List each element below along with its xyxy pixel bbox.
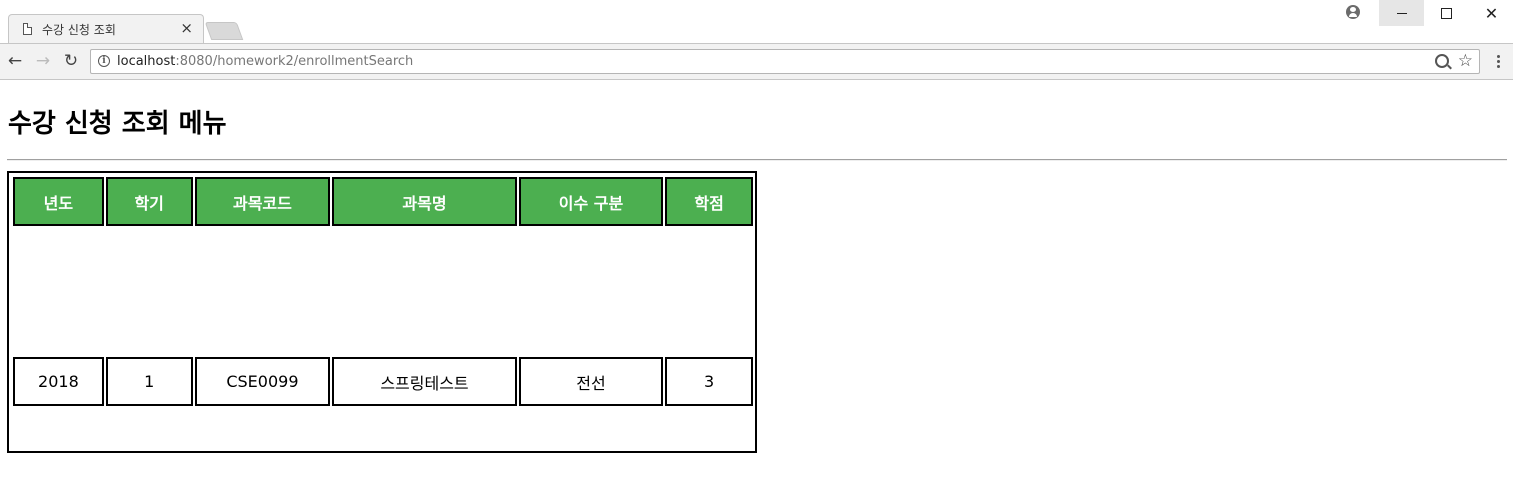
empty-row: [13, 228, 753, 355]
enrollment-table: 년도 학기 과목코드 과목명 이수 구분 학점 2018 1 CSE0099 스…: [11, 175, 755, 408]
close-tab-icon[interactable]: ×: [180, 20, 193, 37]
column-header-semester: 학기: [105, 177, 193, 226]
table-header-row: 년도 학기 과목코드 과목명 이수 구분 학점: [13, 177, 753, 226]
cell-year: 2018: [13, 357, 104, 406]
column-header-course-type: 이수 구분: [518, 177, 664, 226]
profile-icon[interactable]: [1346, 5, 1360, 19]
url-text[interactable]: localhost:8080/homework2/enrollmentSearc…: [117, 54, 413, 69]
new-tab-button[interactable]: [204, 22, 244, 40]
column-header-course-code: 과목코드: [194, 177, 331, 226]
minimize-button[interactable]: [1379, 0, 1424, 26]
maximize-button[interactable]: [1424, 0, 1469, 26]
cell-course-type: 전선: [518, 357, 664, 406]
address-bar[interactable]: i localhost:8080/homework2/enrollmentSea…: [90, 49, 1480, 74]
zoom-icon[interactable]: [1435, 54, 1449, 68]
info-icon[interactable]: i: [98, 55, 110, 67]
back-arrow-icon[interactable]: ←: [5, 51, 25, 71]
column-header-course-name: 과목명: [332, 177, 517, 226]
enrollment-table-container: 년도 학기 과목코드 과목명 이수 구분 학점 2018 1 CSE0099 스…: [7, 171, 757, 453]
page-icon: [23, 23, 32, 35]
bookmark-star-icon[interactable]: ☆: [1458, 51, 1473, 71]
page-content: 수강 신청 조회 메뉴 년도 학기 과목코드 과목명 이수 구분 학점 2018…: [0, 81, 1513, 483]
forward-arrow-icon[interactable]: →: [33, 51, 53, 71]
cell-credits: 3: [665, 357, 753, 406]
table-row: 2018 1 CSE0099 스프링테스트 전선 3: [13, 357, 753, 406]
browser-toolbar: ← → ↻ i localhost:8080/homework2/enrollm…: [0, 43, 1513, 80]
horizontal-rule: [7, 159, 1507, 161]
browser-tab[interactable]: 수강 신청 조회 ×: [8, 14, 204, 43]
browser-menu-icon[interactable]: [1492, 53, 1504, 73]
tab-strip: 수강 신청 조회 × ✕: [0, 0, 1513, 43]
page-title: 수강 신청 조회 메뉴: [8, 109, 227, 139]
column-header-credits: 학점: [665, 177, 753, 226]
column-header-year: 년도: [13, 177, 104, 226]
reload-icon[interactable]: ↻: [61, 51, 81, 71]
cell-course-name: 스프링테스트: [332, 357, 517, 406]
cell-course-code: CSE0099: [194, 357, 331, 406]
tab-title: 수강 신청 조회: [42, 23, 116, 37]
cell-semester: 1: [105, 357, 193, 406]
close-window-button[interactable]: ✕: [1469, 0, 1513, 26]
